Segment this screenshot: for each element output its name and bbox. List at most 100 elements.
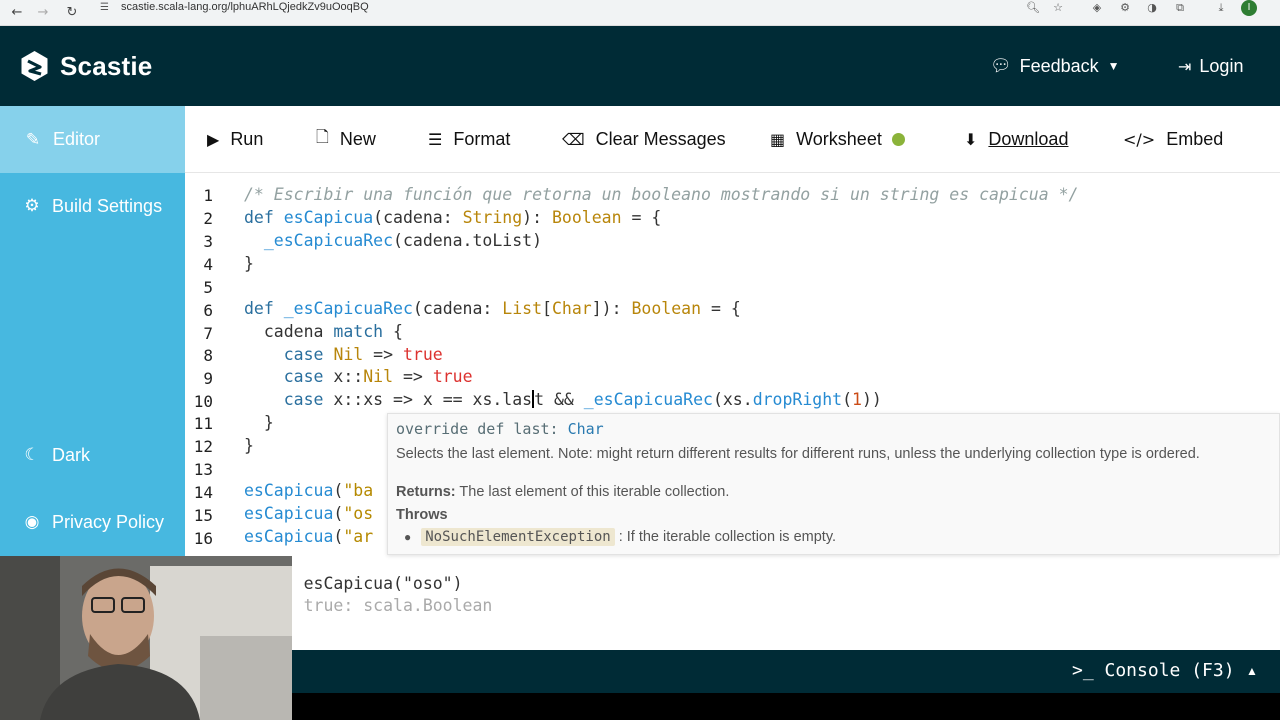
scastie-logo[interactable]: Scastie bbox=[20, 50, 152, 82]
caret-down-icon: ▼ bbox=[1107, 59, 1120, 73]
line-number: 11 bbox=[193, 414, 213, 433]
url-text: scastie.scala-lang.org/lphuARhLQjedkZv9u… bbox=[121, 1, 369, 13]
console-label: >_ Console (F3) bbox=[1072, 660, 1235, 681]
sidebar-item-label: Dark bbox=[52, 444, 91, 465]
gear-icon: ⚙ bbox=[24, 196, 40, 216]
returns-label: Returns: bbox=[396, 484, 456, 500]
webcam-overlay bbox=[0, 556, 292, 720]
editor-toolbar: ▶ Run 🗋 New ☰ Format ⌫ Clear Messages ▦ … bbox=[185, 106, 1280, 173]
forward-icon[interactable]: → bbox=[32, 0, 54, 26]
login-button[interactable]: ⇥ Login bbox=[1178, 54, 1243, 78]
line-number: 8 bbox=[203, 346, 213, 365]
line-number: 10 bbox=[193, 392, 213, 411]
returns-text: The last element of this iterable collec… bbox=[459, 484, 730, 500]
line-number: 16 bbox=[193, 529, 213, 548]
extension-wave-icon[interactable]: ◑ bbox=[1141, 0, 1163, 16]
eraser-icon: ⌫ bbox=[562, 130, 585, 149]
line-number: 14 bbox=[193, 483, 213, 502]
moon-icon: ☾ bbox=[24, 445, 40, 465]
code-line: case x::xs => x == xs.las t && _esCapicua… bbox=[283, 390, 882, 409]
play-icon: ▶ bbox=[207, 130, 220, 149]
line-number: 1 bbox=[203, 186, 213, 205]
download-tray-icon[interactable]: ⤓ bbox=[1210, 0, 1232, 16]
profile-avatar[interactable]: I bbox=[1241, 0, 1257, 16]
tooltip-returns: Returns: The last element of this iterab… bbox=[396, 484, 729, 500]
clear-messages-label: Clear Messages bbox=[595, 129, 726, 149]
sidebar-item-build-settings[interactable]: ⚙ Build Settings bbox=[0, 187, 185, 225]
user-secret-icon: ◉ bbox=[24, 512, 40, 532]
code-line: /* Escribir una función que retorna un b… bbox=[244, 185, 1079, 204]
sidebar-item-label: Build Settings bbox=[52, 195, 163, 216]
overflow-code: esCapicua("oso") bbox=[303, 574, 463, 593]
line-number: 5 bbox=[203, 278, 213, 297]
inline-result: true: scala.Boolean bbox=[303, 596, 493, 615]
comments-icon: 💬︎ bbox=[990, 56, 1012, 76]
worksheet-toggle[interactable]: ▦ Worksheet bbox=[770, 106, 905, 173]
scastie-hexagon-icon bbox=[21, 51, 48, 81]
new-label: New bbox=[339, 129, 376, 149]
extension-shield-icon[interactable]: ◈ bbox=[1086, 0, 1108, 16]
documentation-tooltip: override def last: Char Selects the last… bbox=[387, 413, 1280, 555]
code-line: } bbox=[244, 254, 254, 273]
clear-messages-button[interactable]: ⌫ Clear Messages bbox=[562, 106, 726, 173]
worksheet-label: Worksheet bbox=[796, 129, 882, 149]
zoom-icon[interactable]: 🔍︎ bbox=[1022, 0, 1044, 16]
code-editor[interactable]: 1 2 3 4 5 6 7 8 9 10 11 12 13 14 15 16 /… bbox=[185, 174, 1280, 650]
tooltip-signature-text: override def last: bbox=[396, 420, 568, 438]
embed-button[interactable]: </> Embed bbox=[1123, 106, 1223, 173]
run-button[interactable]: ▶ Run bbox=[207, 106, 263, 173]
file-icon: 🗋 bbox=[316, 127, 329, 146]
sidebar-item-dark[interactable]: ☾ Dark bbox=[0, 436, 185, 474]
text-cursor bbox=[532, 390, 535, 408]
code-line: _esCapicuaRec(cadena.toList) bbox=[263, 231, 543, 250]
worksheet-status-indicator bbox=[891, 133, 905, 146]
calendar-icon: ▦ bbox=[770, 130, 786, 149]
download-button[interactable]: ⬇ Download bbox=[964, 106, 1068, 173]
new-button[interactable]: 🗋 New bbox=[316, 106, 376, 173]
code-line: } bbox=[244, 436, 254, 455]
run-label: Run bbox=[230, 129, 264, 149]
exception-name: NoSuchElementException bbox=[421, 528, 615, 546]
bookmark-star-icon[interactable]: ☆ bbox=[1047, 0, 1069, 16]
tooltip-signature-type: Char bbox=[567, 420, 604, 438]
code-line: case Nil => true bbox=[283, 345, 443, 364]
exception-text: : If the iterable collection is empty. bbox=[618, 529, 837, 545]
format-label: Format bbox=[453, 129, 511, 149]
feedback-button[interactable]: 💬︎ Feedback ▼ bbox=[990, 54, 1120, 78]
embed-label: Embed bbox=[1166, 129, 1224, 149]
download-icon: ⬇ bbox=[964, 130, 978, 149]
browser-toolbar: ← → ↻ ☰ scastie.scala-lang.org/lphuARhLQ… bbox=[0, 0, 1280, 26]
sidebar: ✎ Editor ⚙ Build Settings ☾ Dark ◉ Priva… bbox=[0, 106, 185, 556]
code-line: } bbox=[244, 413, 274, 432]
extension-gear-icon[interactable]: ⚙ bbox=[1114, 0, 1136, 16]
code-line: def _esCapicuaRec(cadena: List[Char]): B… bbox=[244, 299, 741, 318]
presenter-video-icon bbox=[0, 556, 292, 720]
code-line: cadena match { bbox=[244, 322, 403, 341]
tooltip-signature: override def last: Char bbox=[396, 420, 604, 438]
bullet-icon: ● bbox=[404, 530, 412, 544]
format-button[interactable]: ☰ Format bbox=[428, 106, 510, 173]
extensions-puzzle-icon[interactable]: ⧉ bbox=[1169, 0, 1191, 16]
code-line: case x::Nil => true bbox=[283, 367, 473, 386]
line-number: 4 bbox=[203, 255, 213, 274]
sidebar-item-editor[interactable]: ✎ Editor bbox=[0, 106, 185, 173]
line-number: 13 bbox=[193, 460, 213, 479]
code-line: esCapicua("ba bbox=[244, 481, 374, 500]
sign-in-icon: ⇥ bbox=[1178, 56, 1192, 76]
sidebar-item-label: Editor bbox=[53, 129, 101, 149]
line-number: 6 bbox=[203, 301, 213, 320]
line-number: 9 bbox=[203, 369, 213, 388]
throws-item: ● NoSuchElementException : If the iterab… bbox=[404, 528, 836, 546]
tooltip-description: Selects the last element. Note: might re… bbox=[396, 446, 1200, 462]
align-left-icon: ☰ bbox=[428, 130, 443, 149]
app-name: Scastie bbox=[60, 50, 153, 81]
throws-label: Throws bbox=[396, 507, 448, 523]
address-bar[interactable]: ☰ scastie.scala-lang.org/lphuARhLQjedkZv… bbox=[96, 0, 1126, 26]
line-number: 3 bbox=[203, 232, 213, 251]
code-line: esCapicua("os bbox=[244, 504, 374, 523]
reload-icon[interactable]: ↻ bbox=[61, 0, 83, 26]
sidebar-item-privacy-policy[interactable]: ◉ Privacy Policy bbox=[0, 503, 185, 541]
edit-icon: ✎ bbox=[25, 129, 41, 150]
site-info-icon[interactable]: ☰ bbox=[100, 1, 109, 15]
back-icon[interactable]: ← bbox=[6, 0, 28, 26]
